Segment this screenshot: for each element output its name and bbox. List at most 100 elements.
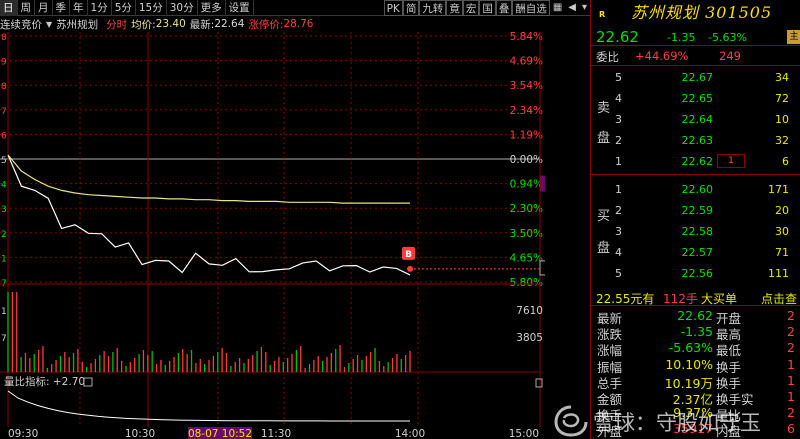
volume-left-label: 1 xyxy=(1,307,7,317)
buy-row: 2 22.59 20 xyxy=(591,200,800,221)
tool-button-3[interactable]: 竟 xyxy=(446,0,463,16)
right-axis-label: 5.80% xyxy=(510,277,543,289)
sell-volume: 32 xyxy=(775,134,789,147)
period-tab-2[interactable]: 月 xyxy=(35,0,53,16)
right-axis-label: 0.00% xyxy=(510,154,543,166)
tool-button-1[interactable]: 简 xyxy=(402,0,420,16)
stock-terminal: 日周月季年 1分 5分 15分 30分 更多 设置 PK 简九转竟宏国叠酬自选 ▦ ◀ ▾ 连续竞价 … xyxy=(0,0,800,439)
time-axis-label: 15:00 xyxy=(509,428,539,439)
sell-level: 1 xyxy=(615,155,622,168)
period-tab-1[interactable]: 周 xyxy=(18,0,35,16)
avg-price-label: 均价: xyxy=(131,18,156,31)
quote-header: R 苏州规划 301505 22.62 -1.35 -5.63% 主 xyxy=(591,0,800,46)
tool-button-6[interactable]: 叠 xyxy=(495,0,513,16)
sell-volume: 6 xyxy=(782,155,789,168)
tool-button-5[interactable]: 国 xyxy=(479,0,496,16)
stat-value: -1.35 xyxy=(680,324,713,340)
dropdown-arrow-icon[interactable]: ▼ xyxy=(46,20,52,29)
period-tab-3[interactable]: 季 xyxy=(53,0,70,16)
stat-value: 10.10% xyxy=(665,356,713,372)
time-axis-label: 14:00 xyxy=(395,428,425,439)
volume-ratio-line xyxy=(7,390,410,422)
dropdown-arrow-icon[interactable]: ▾ xyxy=(579,0,590,16)
period-tab-8[interactable]: 30分 xyxy=(167,0,198,16)
period-tab-9[interactable]: 更多 xyxy=(198,0,226,16)
arrow-left-icon[interactable]: ◀ xyxy=(565,0,579,16)
volume-axis-label: 3805 xyxy=(516,332,543,344)
buy-level: 3 xyxy=(615,225,622,238)
period-tab-4[interactable]: 年 xyxy=(70,0,88,16)
sell-level: 4 xyxy=(615,92,622,105)
left-edge-label: 4 xyxy=(1,181,7,191)
stock-title: 苏州规划 301505 xyxy=(631,3,773,22)
left-edge-label: 2 xyxy=(1,230,7,240)
r-mark: R xyxy=(599,10,606,19)
tool-button-7[interactable]: 酬自选 xyxy=(512,0,550,16)
main-badge[interactable]: 主 xyxy=(787,30,800,44)
sell-row: 4 22.65 72 xyxy=(591,88,800,109)
stat-value: -5.63% xyxy=(668,340,713,356)
book-divider xyxy=(591,174,800,175)
sell-price: 22.64 xyxy=(681,113,714,126)
last-price-value: 22.64 xyxy=(214,18,245,30)
left-edge-label: 5 xyxy=(1,156,7,166)
sell-volume: 10 xyxy=(775,113,789,126)
big-trade-qty: 112手 xyxy=(663,292,698,306)
left-edge-label: 9 xyxy=(1,58,7,68)
chart-header: 连续竞价 ▼ 苏州规划 分时 均价: 23.40 最新: 22.64 涨停价: … xyxy=(0,16,545,32)
stats-row: 总手 10.19万 换手 1 xyxy=(591,372,800,391)
indicator-toggle-icon xyxy=(83,377,93,387)
period-tab-10[interactable]: 设置 xyxy=(226,0,254,16)
left-edge-label: 1 xyxy=(1,254,7,264)
last-point-dot xyxy=(407,265,413,272)
buy-level: 1 xyxy=(615,183,622,196)
sell-volume: 72 xyxy=(775,92,789,105)
selected-time: 08-07 10:52 xyxy=(188,428,252,439)
volume-axis-label: 7610 xyxy=(516,305,543,317)
menu-square-icon[interactable]: ▦ xyxy=(550,0,565,16)
intraday-chart[interactable]: 5.84% 8 4.69% 9 3.54% 8 2.34% 7 1.19% 6 0.00% 5 0.94… xyxy=(0,32,545,439)
sell-level: 2 xyxy=(615,134,622,147)
sell-row: 5 22.67 34 xyxy=(591,67,800,88)
stat-value-2: 2 xyxy=(787,340,795,356)
sell-row: 1 22.62 6 1 xyxy=(591,151,800,172)
tool-button-2[interactable]: 九转 xyxy=(419,0,447,16)
buy-volume: 20 xyxy=(775,204,789,217)
right-axis-label: 4.65% xyxy=(510,252,543,264)
current-price: 22.62 xyxy=(596,28,639,46)
time-axis-label: 09:30 xyxy=(8,428,38,439)
buy-volume: 171 xyxy=(768,183,789,196)
tool-button-0[interactable]: PK xyxy=(383,0,403,16)
axis-highlight xyxy=(540,175,545,192)
order-count-box[interactable]: 1 xyxy=(717,154,745,168)
chart-mode-label: 分时 xyxy=(106,18,128,31)
price-tag-box xyxy=(539,260,545,276)
left-edge-label: 8 xyxy=(1,82,7,92)
period-tab-7[interactable]: 15分 xyxy=(136,0,167,16)
big-trade-price: 22.55元有 xyxy=(596,292,655,306)
indicator-label[interactable]: 量比指标: +2.70 xyxy=(4,375,85,388)
time-axis-label: 11:30 xyxy=(261,428,291,439)
buy-volume: 30 xyxy=(775,225,789,238)
tool-button-4[interactable]: 宏 xyxy=(462,0,480,16)
avg-price-line xyxy=(7,154,410,204)
buy-row: 3 22.58 30 xyxy=(591,221,800,242)
period-toolbar: 日周月季年 1分 5分 15分 30分 更多 设置 PK 简九转竟宏国叠酬自选 ▦ ◀ ▾ xyxy=(0,0,590,16)
order-ratio-pct: +44.69% xyxy=(635,49,689,63)
stat-value-2: 2 xyxy=(787,308,795,323)
stat-value-2: 2 xyxy=(787,324,795,340)
buy-price: 22.57 xyxy=(681,246,714,259)
buy-row: 5 22.56 111 xyxy=(591,263,800,284)
period-tab-6[interactable]: 5分 xyxy=(112,0,136,16)
buy-book: 买 盘 1 22.60 171 2 22.59 20 3 22.58 30 4 22.57 71 5 22… xyxy=(591,179,800,286)
period-tab-0[interactable]: 日 xyxy=(0,0,18,16)
time-axis-label: 10:30 xyxy=(125,428,155,439)
left-edge-label: 8 xyxy=(1,33,7,43)
stat-value-2: 1 xyxy=(787,372,795,388)
order-ratio-diff: 249 xyxy=(719,49,741,63)
period-tab-5[interactable]: 1分 xyxy=(88,0,112,16)
price-line xyxy=(7,154,411,276)
volume-left-label: 7 xyxy=(1,334,7,344)
right-axis-label: 0.94% xyxy=(510,179,543,191)
big-trade-link[interactable]: 点击查 xyxy=(761,290,797,307)
